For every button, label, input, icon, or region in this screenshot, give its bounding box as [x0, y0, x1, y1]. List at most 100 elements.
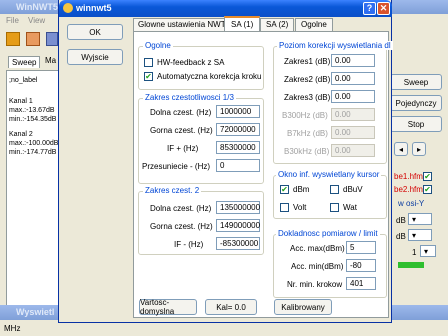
dbm-checkbox[interactable]: ✔ [280, 185, 289, 194]
right-row-3-select[interactable]: ▾ [420, 245, 436, 257]
accuracy-input[interactable]: 5 [346, 241, 376, 254]
print-icon[interactable] [26, 32, 40, 46]
range13-lower-input[interactable]: 1000000 [216, 105, 260, 118]
hw-feedback-label: HW-feedback z SA [157, 58, 225, 67]
correction-label: Zakres2 (dB) [284, 75, 331, 84]
range13-label-offset: Przesuniecie - (Hz) [142, 162, 211, 171]
right-row-2-value: dB [396, 232, 406, 241]
correction-input[interactable]: 0.00 [331, 126, 375, 139]
help-button[interactable]: ? [363, 2, 376, 15]
dialog-title: winnwt5 [76, 3, 112, 13]
file-label-1: be1.hfm [394, 172, 423, 181]
range2-if-input[interactable]: -85300000 [216, 237, 260, 250]
range2-group-title: Zakres czest. 2 [143, 186, 202, 195]
dbm-label: dBm [293, 185, 310, 194]
right-row-2-select[interactable]: ▾ [408, 229, 432, 241]
log-line: ;no_label [9, 77, 38, 84]
file-2-checkbox[interactable]: ✔ [423, 185, 432, 194]
bottom-window-title: Wyswietl [16, 307, 55, 317]
right-row-1-select[interactable]: ▾ [408, 213, 432, 225]
open-icon[interactable] [6, 32, 20, 46]
accuracy-label: Acc. min(dBm) [291, 262, 344, 271]
tab-main-settings[interactable]: Glowne ustawienia NWT [133, 18, 231, 31]
log-line: max.:-100.00dB [9, 140, 59, 147]
correction-input[interactable]: 0.00 [331, 108, 375, 121]
range13-offset-input[interactable]: 0 [216, 159, 260, 172]
tab-sa1[interactable]: SA (1) [224, 16, 261, 32]
hw-feedback-checkbox[interactable] [144, 58, 153, 67]
exit-button[interactable]: Wyjscie [67, 49, 123, 65]
app-icon [63, 3, 73, 13]
accuracy-label: Nr. min. krokow [287, 280, 343, 289]
main-window-title: WinNWT5 [16, 2, 58, 12]
volt-checkbox[interactable] [280, 203, 289, 212]
correction-input[interactable]: 0.00 [331, 144, 375, 157]
dbuv-label: dBuV [343, 185, 363, 194]
log-line: min.:-154.35dB [9, 116, 57, 123]
tab-sa2[interactable]: SA (2) [260, 18, 295, 31]
range2-label-lower: Dolna czest. (Hz) [150, 204, 212, 213]
range13-label-lower: Dolna czest. (Hz) [150, 108, 212, 117]
log-line: min.:-174.77dB [9, 149, 57, 156]
correction-label: B7kHz (dB) [287, 129, 328, 138]
correction-input[interactable]: 0.00 [331, 90, 375, 103]
correction-label: Zakres3 (dB) [284, 93, 331, 102]
watt-label: Wat [343, 203, 357, 212]
auto-correction-checkbox[interactable]: ✔ [144, 72, 153, 81]
correction-group-title: Poziom korekcji wyswietlania dl [277, 41, 393, 50]
log-panel: ;no_label Kanal 1 max.:-13.67dB min.:-15… [6, 70, 61, 306]
toolbar [0, 30, 60, 50]
sweep-button[interactable]: Sweep [390, 74, 442, 90]
calibration-value-button[interactable]: Kal= 0.0 [205, 299, 257, 315]
tab-general[interactable]: Ogolne [295, 18, 333, 31]
calibrated-button[interactable]: Kalibrowany [274, 299, 332, 315]
save-icon[interactable] [46, 32, 58, 46]
range13-label-upper: Gorna czest. (Hz) [150, 126, 213, 135]
range2-upper-input[interactable]: 149000000 [216, 219, 260, 232]
range2-label-upper: Gorna czest. (Hz) [150, 222, 213, 231]
cursor-group-title: Okno inf. wyswietlany kursor [276, 170, 382, 179]
range13-label-if: IF + (Hz) [167, 144, 199, 153]
volt-label: Volt [293, 203, 307, 212]
general-group [138, 46, 264, 90]
single-button[interactable]: Pojedynczy [390, 95, 442, 111]
bottom-status: MHz [4, 324, 21, 333]
accuracy-group-title: Dokladnosc pomiarow / limit [276, 229, 380, 238]
correction-input[interactable]: 0.00 [331, 72, 375, 85]
arrow-right-button[interactable]: ▸ [412, 142, 426, 156]
correction-input[interactable]: 0.00 [331, 54, 375, 67]
auto-correction-label: Automatyczna korekcja kroku [157, 72, 262, 81]
tab-sweep[interactable]: Sweep [8, 56, 41, 68]
green-indicator [398, 262, 424, 268]
accuracy-label: Acc. max(dBm) [290, 244, 345, 253]
arrow-left-button[interactable]: ◂ [394, 142, 408, 156]
menu-file[interactable]: File [6, 16, 19, 25]
close-button[interactable]: ✕ [377, 2, 390, 15]
tab-page: Ogolne HW-feedback z SA ✔ Automatyczna k… [133, 31, 393, 318]
accuracy-input[interactable]: 401 [346, 277, 376, 290]
right-row-1-value: dB [396, 216, 406, 225]
ok-button[interactable]: OK [67, 24, 123, 40]
range13-if-input[interactable]: 85300000 [216, 141, 260, 154]
accuracy-input[interactable]: -80 [346, 259, 376, 272]
cursor-group [273, 175, 387, 219]
correction-label: B300Hz (dB) [282, 111, 328, 120]
general-group-title: Ogolne [143, 41, 173, 50]
range2-lower-input[interactable]: 135000000 [216, 201, 260, 214]
settings-dialog: winnwt5 ? ✕ OK Wyjscie Glowne ustawienia… [58, 0, 393, 323]
dbuv-checkbox[interactable] [330, 185, 339, 194]
range13-group-title: Zakres czestotliwosci 1/3 [143, 93, 236, 102]
tab-ma[interactable]: Ma [45, 56, 56, 65]
menu-view[interactable]: View [28, 16, 45, 25]
log-line: Kanal 2 [9, 131, 33, 138]
log-line: max.:-13.67dB [9, 107, 55, 114]
default-values-button[interactable]: Vartosc-domyslna [139, 298, 197, 316]
file-1-checkbox[interactable]: ✔ [423, 172, 432, 181]
range13-upper-input[interactable]: 72000000 [216, 123, 260, 136]
stop-button[interactable]: Stop [390, 116, 442, 132]
watt-checkbox[interactable] [330, 203, 339, 212]
correction-label: B30kHz (dB) [284, 147, 330, 156]
right-row-3-value: 1 [412, 248, 417, 257]
correction-label: Zakres1 (dB) [284, 57, 331, 66]
log-line: Kanal 1 [9, 98, 33, 105]
